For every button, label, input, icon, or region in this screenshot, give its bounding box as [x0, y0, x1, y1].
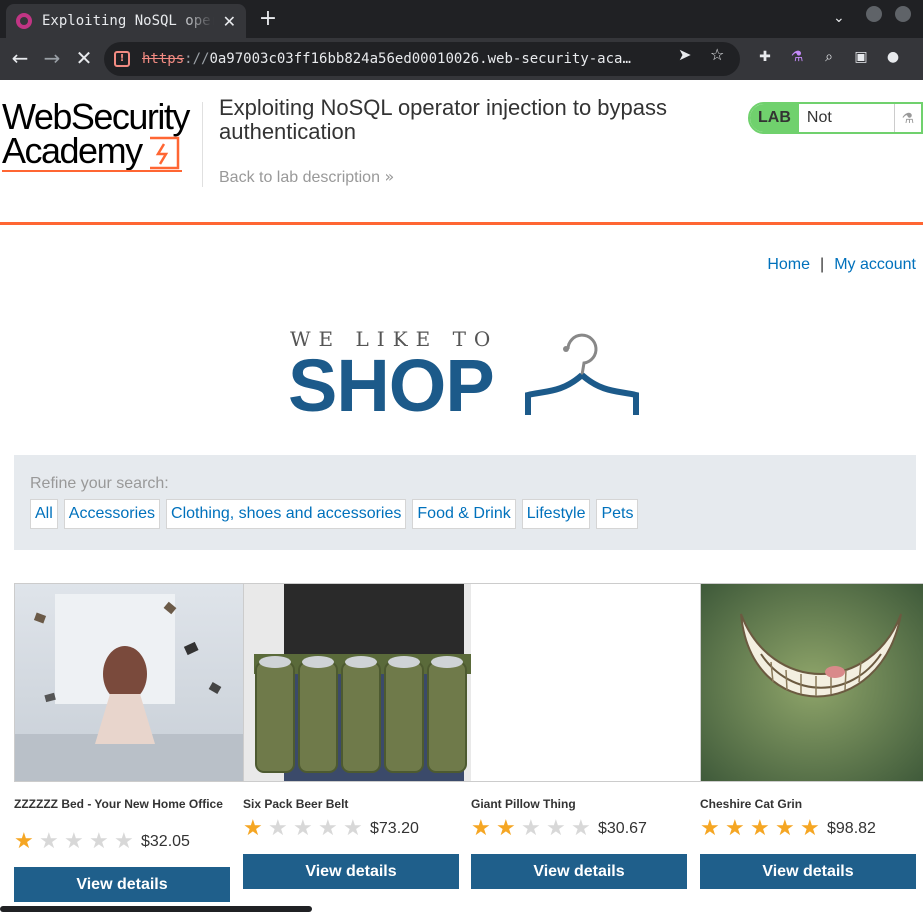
url-text: https://0a97003c03ff16bb824a56ed00010026…	[142, 51, 631, 67]
logo-bolt-icon	[150, 136, 180, 170]
product-rating: ★ ★ ★ ★ ★ $98.82	[700, 818, 876, 840]
nav-separator: |	[820, 256, 825, 273]
view-details-button[interactable]: View details	[471, 854, 687, 889]
star-icon: ★	[521, 816, 541, 841]
star-icon: ★	[725, 816, 745, 841]
star-icon: ★	[750, 816, 770, 841]
filter-food-drink[interactable]: Food & Drink	[412, 499, 516, 529]
forward-arrow-icon[interactable]: →	[40, 46, 64, 70]
star-icon: ★	[293, 816, 313, 841]
bookmark-star-icon[interactable]: ☆	[710, 45, 724, 64]
my-account-link[interactable]: My account	[834, 256, 916, 273]
view-details-button[interactable]: View details	[14, 867, 230, 902]
tab-title: Exploiting NoSQL operator injection to b…	[42, 13, 214, 29]
product-name: ZZZZZZ Bed - Your New Home Office	[14, 797, 223, 811]
star-icon: ★	[343, 816, 363, 841]
view-details-button[interactable]: View details	[243, 854, 459, 889]
search-icon[interactable]: ⌕	[820, 49, 838, 67]
flask-icon: ⚗	[893, 104, 921, 132]
product-price: $32.05	[141, 833, 190, 850]
browser-toolbar: ← → ✕ ! https://0a97003c03ff16bb824a56ed…	[0, 38, 923, 80]
star-icon: ★	[39, 829, 59, 854]
browser-tab[interactable]: Exploiting NoSQL operator injection to b…	[6, 4, 246, 38]
view-details-button[interactable]: View details	[700, 854, 916, 889]
new-tab-icon[interactable]: +	[256, 6, 280, 31]
product-rating: ★ ★ ★ ★ ★ $73.20	[243, 818, 419, 840]
lab-status-text: Not solved	[798, 104, 894, 132]
star-icon: ★	[471, 816, 491, 841]
lab-tag: LAB	[750, 104, 799, 132]
product-image[interactable]	[14, 583, 244, 782]
star-icon: ★	[64, 829, 84, 854]
product-rating: ★ ★ ★ ★ ★ $30.67	[471, 818, 647, 840]
cheshire-cat-grin-image	[701, 584, 923, 781]
product-image[interactable]	[700, 583, 923, 782]
filter-pets[interactable]: Pets	[596, 499, 639, 529]
product-price: $73.20	[370, 820, 419, 837]
tab-favicon-icon	[16, 13, 32, 29]
product-name: Giant Pillow Thing	[471, 797, 576, 811]
star-icon: ★	[114, 829, 134, 854]
star-icon: ★	[243, 816, 263, 841]
filter-lifestyle[interactable]: Lifestyle	[521, 499, 591, 529]
product-rating: ★ ★ ★ ★ ★ $32.05	[14, 831, 190, 853]
not-secure-icon[interactable]: !	[114, 51, 130, 67]
send-icon[interactable]: ➤	[678, 45, 691, 64]
star-icon: ★	[318, 816, 338, 841]
top-nav: Home | My account	[767, 256, 916, 274]
shop-logo: WE LIKE TO SHOP	[288, 323, 648, 423]
bed-books-image	[15, 584, 243, 781]
filter-all[interactable]: All	[30, 499, 58, 529]
header-divider	[202, 102, 203, 187]
star-icon: ★	[775, 816, 795, 841]
lab-title: Exploiting NoSQL operator injection to b…	[219, 95, 667, 144]
window-close-icon[interactable]	[895, 6, 911, 22]
refine-label: Refine your search:	[30, 475, 169, 492]
clothes-hanger-icon	[525, 333, 639, 415]
lab-flask-extension-icon[interactable]: ⚗	[788, 49, 806, 67]
category-filters: All Accessories Clothing, shoes and acce…	[30, 499, 639, 529]
side-panel-icon[interactable]: ▣	[852, 49, 870, 67]
logo-underline	[2, 170, 182, 172]
product-name: Six Pack Beer Belt	[243, 797, 349, 811]
refine-search-panel: Refine your search: All Accessories Clot…	[14, 455, 916, 550]
product-price: $98.82	[827, 820, 876, 837]
filter-accessories[interactable]: Accessories	[63, 499, 161, 529]
shop-logo-title: SHOP	[288, 344, 495, 427]
star-icon: ★	[800, 816, 820, 841]
horizontal-scrollbar[interactable]	[0, 906, 312, 912]
back-arrow-icon[interactable]: ←	[8, 46, 32, 70]
product-name: Cheshire Cat Grin	[700, 797, 803, 811]
star-icon: ★	[14, 829, 34, 854]
product-price: $30.67	[598, 820, 647, 837]
stop-loading-icon[interactable]: ✕	[72, 46, 96, 70]
browser-tab-bar: Exploiting NoSQL operator injection to b…	[0, 0, 923, 38]
star-icon: ★	[571, 816, 591, 841]
giant-pillow-image	[471, 584, 700, 781]
address-bar[interactable]: ! https://0a97003c03ff16bb824a56ed000100…	[104, 42, 740, 76]
star-icon: ★	[268, 816, 288, 841]
lab-header: WebSecurity Academy Exploiting NoSQL ope…	[0, 80, 923, 225]
filter-clothing[interactable]: Clothing, shoes and accessories	[166, 499, 407, 529]
star-icon: ★	[700, 816, 720, 841]
lab-status-badge: LAB Not solved ⚗	[748, 102, 923, 134]
tab-close-icon[interactable]: ✕	[223, 12, 236, 31]
star-icon: ★	[546, 816, 566, 841]
product-image[interactable]	[471, 583, 701, 782]
star-icon: ★	[496, 816, 516, 841]
profile-icon[interactable]: ●	[884, 49, 902, 67]
window-minimize-icon[interactable]	[866, 6, 882, 22]
back-to-lab-link[interactable]: Back to lab description »	[219, 167, 394, 187]
home-link[interactable]: Home	[767, 256, 810, 273]
double-chevron-right-icon: »	[384, 167, 395, 186]
tab-search-chevron-icon[interactable]: ⌄	[833, 10, 845, 26]
extensions-puzzle-icon[interactable]: ✚	[756, 49, 774, 67]
star-icon: ★	[89, 829, 109, 854]
